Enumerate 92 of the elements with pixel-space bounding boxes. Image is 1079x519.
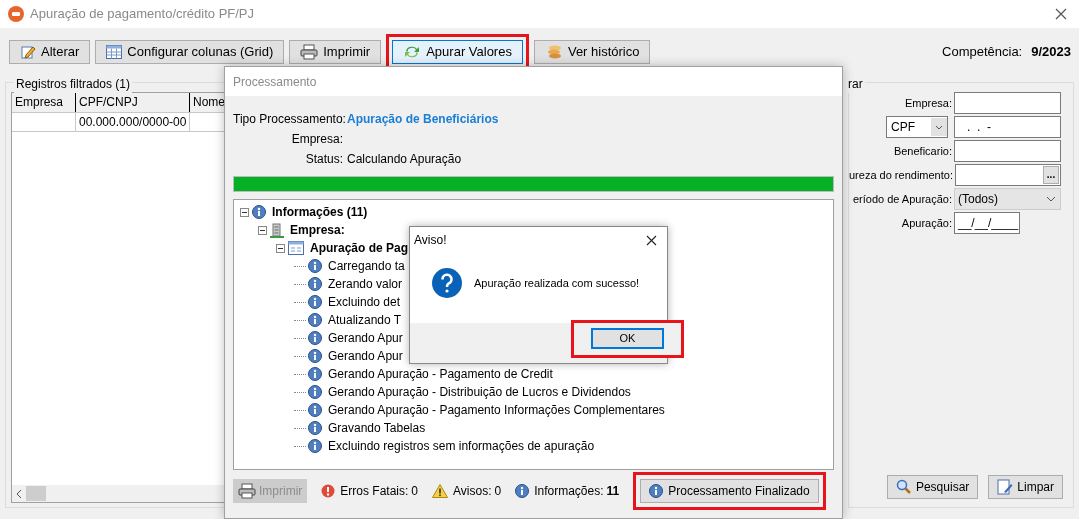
building-icon [270, 222, 284, 238]
search-button[interactable]: Pesquisar [886, 475, 979, 499]
tree-item[interactable]: Gerando Apur [328, 329, 403, 347]
grid-icon [106, 45, 123, 59]
chevron-down-icon [1046, 196, 1056, 202]
close-icon[interactable] [1055, 8, 1067, 20]
column-header[interactable]: CPF/CNPJ [76, 93, 190, 112]
document-type-select[interactable]: CPF [886, 116, 948, 138]
document-field[interactable]: . . - [954, 116, 1061, 138]
field-value: Calculando Apuração [347, 151, 462, 168]
tree-item[interactable]: Empresa: [290, 221, 345, 239]
info-icon [515, 484, 530, 498]
tree-item[interactable]: Gravando Tabelas [328, 419, 426, 437]
tree-item[interactable]: Informações (11) [272, 203, 368, 221]
ok-button[interactable]: OK [591, 328, 664, 349]
table-cell: 00.000.000/0000-00 [79, 115, 187, 129]
eraser-icon [997, 479, 1014, 495]
lookup-button[interactable]: ... [1043, 166, 1059, 184]
alert-message: Apuração realizada com sucesso! [474, 275, 640, 291]
tree-item[interactable]: Gerando Apuração - Distribuição de Lucros e Dividendos [328, 383, 631, 401]
tree-item[interactable]: Apuração de Pag [310, 239, 409, 257]
field-label: Status: [304, 151, 343, 168]
warning-icon [432, 484, 449, 498]
question-icon [432, 268, 462, 298]
info-icon [252, 205, 266, 219]
competencia-label: Competência: [942, 43, 1023, 62]
tree-item[interactable]: Excluindo det [328, 293, 401, 311]
field-label: Empresa: [904, 95, 952, 111]
column-header[interactable]: Empresa [12, 93, 76, 112]
tree-item[interactable]: Zerando valor [328, 275, 403, 293]
competencia-value: 9/2023 [1031, 43, 1071, 62]
tree-item[interactable]: Excluindo registros sem informações de apuração [328, 437, 595, 455]
chevron-down-icon [931, 118, 947, 136]
close-icon[interactable] [646, 234, 657, 246]
info-icon [308, 259, 322, 273]
info-icon [308, 421, 322, 435]
scroll-thumb[interactable] [26, 486, 46, 501]
collapse-icon[interactable] [276, 243, 285, 253]
dialog-title: Processamento [233, 73, 317, 91]
tree-item[interactable]: Gerando Apur [328, 347, 403, 365]
tree-item[interactable]: Gerando Apuração - Pagamento Informações Complementares [328, 401, 665, 419]
date-field[interactable]: __/__/____ [954, 212, 1020, 234]
form-icon [288, 241, 304, 255]
refresh-icon [403, 44, 422, 60]
info-icon [308, 331, 322, 345]
field-label: Empresa: [290, 131, 343, 148]
toolbar-button[interactable]: Imprimir [289, 40, 382, 64]
toolbar-button[interactable]: Configurar colunas (Grid) [95, 40, 285, 64]
scroll-left-icon[interactable] [16, 489, 22, 498]
field-value: Apuração de Beneficiários [347, 111, 499, 128]
info-icon [649, 484, 664, 498]
text-field[interactable] [954, 140, 1061, 162]
info-icon [308, 313, 322, 327]
toolbar-button[interactable]: Apurar Valores [392, 40, 523, 64]
info-icon [308, 349, 322, 363]
field-label: Apuração: [901, 215, 952, 231]
field-label: ureza do rendimento: [849, 167, 953, 183]
printer-icon [300, 44, 319, 60]
counter-label: Avisos: [453, 483, 492, 500]
info-icon [308, 385, 322, 399]
counter-label: Informações: [534, 483, 604, 500]
collapse-icon[interactable] [258, 225, 267, 235]
field-label: eríodo de Apuração: [852, 191, 952, 207]
info-icon [308, 367, 322, 381]
counter-value: 11 [606, 483, 620, 500]
toolbar-button[interactable]: Ver histórico [533, 40, 651, 64]
printer-icon [238, 483, 256, 499]
status-button[interactable]: Processamento Finalizado [640, 479, 819, 503]
tree-item[interactable]: Atualizando T [328, 311, 402, 329]
field-label: Beneficario: [893, 143, 952, 159]
counter-label: Erros Fatais: [340, 483, 409, 500]
counter-value: 0 [494, 483, 502, 500]
collapse-icon[interactable] [240, 207, 249, 217]
pencil-icon [20, 44, 36, 60]
clear-button[interactable]: Limpar [988, 475, 1063, 499]
period-dropdown[interactable]: (Todos) [954, 188, 1061, 210]
info-icon [308, 295, 322, 309]
counter-value: 0 [411, 483, 419, 500]
tree-item[interactable]: Gerando Apuração - Pagamento de Credit [328, 365, 553, 383]
app-logo-icon [8, 6, 24, 22]
info-icon [308, 277, 322, 291]
window-title: Apuração de pagamento/crédito PF/PJ [30, 5, 255, 24]
tree-item[interactable]: Carregando ta [328, 257, 405, 275]
field-label: Tipo Processamento: [233, 111, 343, 128]
info-icon [308, 439, 322, 453]
text-field[interactable] [954, 92, 1061, 114]
info-icon [308, 403, 322, 417]
lookup-field[interactable]: ... [954, 164, 1061, 186]
dialog-title: Aviso! [414, 232, 447, 249]
error-icon [321, 484, 336, 498]
toolbar-button[interactable]: Alterar [9, 40, 91, 64]
search-icon [895, 479, 912, 495]
